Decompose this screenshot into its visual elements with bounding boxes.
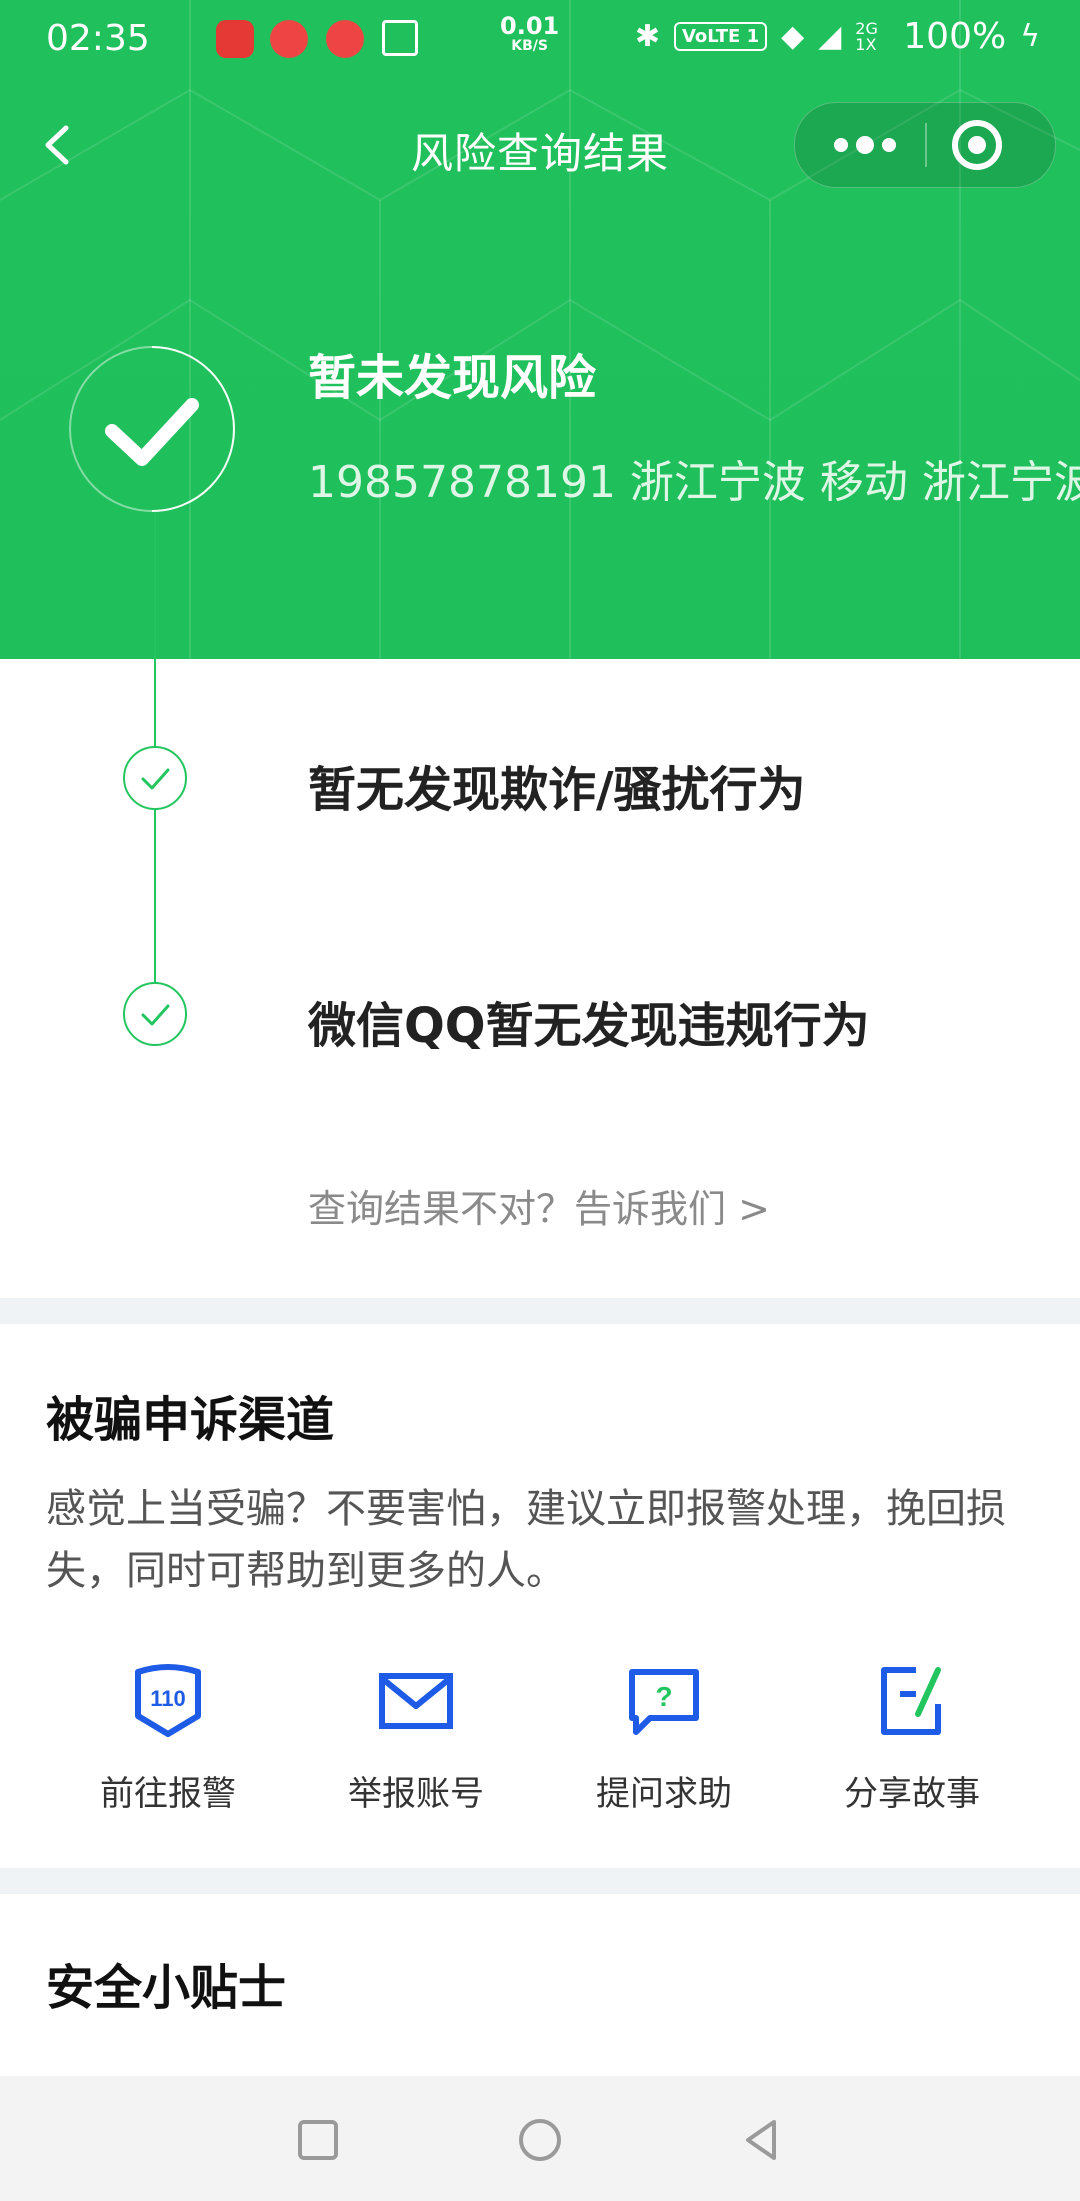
complaint-description: 感觉上当受骗？不要害怕，建议立即报警处理，挽回损失，同时可帮助到更多的人。 — [46, 1486, 1006, 1594]
complaint-section-title: 被骗申诉渠道 — [46, 1392, 335, 1448]
question-chat-icon: ? — [629, 1669, 699, 1735]
result-header: 02:35 0.01 KB/S ✱ VoLTE 1 ◆ ◢ 2G 1X 100%… — [0, 0, 1080, 659]
action-label: 前往报警 — [100, 1774, 236, 1814]
more-button[interactable] — [825, 123, 905, 167]
volte-badge: VoLTE 1 — [673, 22, 768, 51]
navigation-bar: 风险查询结果 — [0, 100, 1080, 190]
net-speed: 0.01 KB/S — [500, 12, 560, 56]
feedback-link[interactable]: 查询结果不对？告诉我们 > — [308, 1178, 770, 1233]
section-divider — [0, 1298, 1080, 1324]
bluetooth-icon: ✱ — [634, 19, 660, 54]
app-notification-icon — [216, 20, 254, 58]
action-label: 举报账号 — [348, 1774, 484, 1814]
target-close-icon — [952, 120, 1002, 170]
circle-icon — [519, 2119, 561, 2161]
fraud-check-result: 暂无发现欺诈/骚扰行为 — [308, 762, 806, 818]
signal-icon: ◢ — [818, 19, 842, 54]
action-label: 分享故事 — [844, 1774, 980, 1814]
safe-check-icon — [69, 346, 235, 512]
status-time: 02:35 — [46, 18, 150, 59]
miniprogram-capsule — [794, 102, 1056, 188]
background-pattern — [0, 0, 1080, 659]
square-icon — [298, 2120, 338, 2160]
video-app-notification-icon — [326, 20, 364, 58]
edit-document-icon — [881, 1667, 941, 1735]
svg-text:?: ? — [655, 1681, 672, 1712]
phone-number-info: 19857878191 浙江宁波 移动 浙江宁波 — [308, 457, 1080, 508]
share-story-button[interactable]: 分享故事 — [817, 1660, 1007, 1815]
police-110-text: 110 — [150, 1686, 186, 1711]
status-bar: 02:35 0.01 KB/S ✱ VoLTE 1 ◆ ◢ 2G 1X 100%… — [0, 0, 1080, 80]
signal-2g-badge: 2G 1X — [855, 18, 878, 54]
battery-level: 100% — [903, 16, 1007, 57]
capsule-divider — [925, 123, 927, 167]
triangle-back-icon — [746, 2120, 776, 2160]
police-110-icon: 110 — [135, 1664, 201, 1737]
system-back-button[interactable] — [734, 2112, 790, 2168]
check-circle-icon — [123, 982, 187, 1046]
section-divider — [0, 1868, 1080, 1894]
system-navigation-bar — [0, 2076, 1080, 2201]
wechat-qq-check-result: 微信QQ暂无发现违规行为 — [308, 998, 870, 1054]
wifi-icon: ◆ — [781, 19, 805, 54]
action-label: 提问求助 — [596, 1774, 732, 1814]
image-notification-icon — [382, 20, 418, 56]
call-police-button[interactable]: 110 前往报警 — [73, 1660, 263, 1815]
check-circle-icon — [123, 746, 187, 810]
safety-tips-title: 安全小贴士 — [46, 1960, 287, 2016]
net-speed-value: 0.01 — [500, 12, 560, 40]
more-dots-icon — [834, 136, 896, 154]
ask-for-help-button[interactable]: ? 提问求助 — [569, 1660, 759, 1815]
close-miniprogram-button[interactable] — [947, 115, 1007, 175]
status-right: ✱ VoLTE 1 ◆ ◢ 2G 1X 100% ϟ — [635, 16, 1040, 57]
recent-apps-button[interactable] — [290, 2112, 346, 2168]
home-button[interactable] — [512, 2112, 568, 2168]
charging-icon: ϟ — [1020, 19, 1040, 54]
report-account-button[interactable]: 举报账号 — [321, 1660, 511, 1815]
video-app-notification-icon — [270, 20, 308, 58]
mail-icon — [379, 1673, 453, 1729]
risk-result-headline: 暂未发现风险 — [308, 350, 597, 406]
